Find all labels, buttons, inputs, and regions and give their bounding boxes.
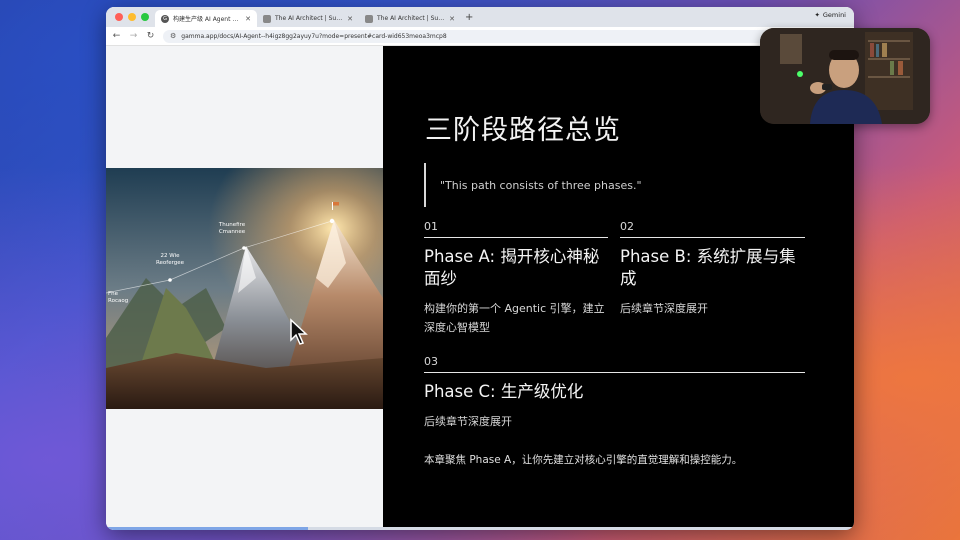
gemini-button[interactable]: ✦ Gemini <box>814 11 846 19</box>
close-icon[interactable]: ✕ <box>245 15 251 23</box>
phase-title: Phase B: 系统扩展与集成 <box>620 247 796 288</box>
slide-quote: "This path consists of three phases." <box>424 163 642 207</box>
minimize-window-button[interactable] <box>128 13 136 21</box>
phase-c-card: 03 Phase C: 生产级优化 后续章节深度展开 <box>424 355 805 431</box>
browser-toolbar: ← → ↻ ⚙ gamma.app/docs/AI-Agent--h4igz8g… <box>106 27 854 46</box>
slide-title: 三阶段路径总览 <box>425 115 621 146</box>
tab-ai-architect-1[interactable]: The AI Architect | Superlinea ✕ <box>257 10 359 27</box>
address-bar[interactable]: ⚙ gamma.app/docs/AI-Agent--h4igz8gg2ayuy… <box>163 29 778 43</box>
phase-description: 构建你的第一个 Agentic 引擎，建立深度心智模型 <box>424 302 605 334</box>
phase-number: 02 <box>620 220 805 238</box>
phase-title: Phase A: 揭开核心神秘面纱 <box>424 247 600 288</box>
mouse-pointer-icon <box>290 318 308 345</box>
tab-bar: G 构建生产级 AI Agent 系统的认 ✕ The AI Architect… <box>106 7 854 27</box>
page-content: Thunefire Cmannee 22 Wie Reofergee Fhe Roca… <box>106 46 854 530</box>
close-window-button[interactable] <box>115 13 123 21</box>
mountain-illustration: Thunefire Cmannee 22 Wie Reofergee Fhe Roca… <box>106 168 383 409</box>
window-controls <box>106 13 155 21</box>
browser-window: G 构建生产级 AI Agent 系统的认 ✕ The AI Architect… <box>106 7 854 530</box>
phase-description: 后续章节深度展开 <box>620 302 708 315</box>
slide-image-pane: Thunefire Cmannee 22 Wie Reofergee Fhe Roca… <box>106 46 383 530</box>
sparkle-icon: ✦ <box>814 11 820 19</box>
tab-title: The AI Architect | Superlinea <box>275 15 344 22</box>
webcam-overlay <box>760 28 930 124</box>
phase-number: 01 <box>424 220 608 238</box>
phase-a-card: 01 Phase A: 揭开核心神秘面纱 构建你的第一个 Agentic 引擎，… <box>424 220 608 337</box>
tab-gamma[interactable]: G 构建生产级 AI Agent 系统的认 ✕ <box>155 10 257 27</box>
phase-description: 后续章节深度展开 <box>424 415 512 428</box>
close-icon[interactable]: ✕ <box>449 15 455 23</box>
doc-icon <box>263 14 271 23</box>
progress-fill <box>106 527 308 530</box>
site-settings-icon[interactable]: ⚙ <box>170 32 176 40</box>
presentation-progress-bar[interactable] <box>106 527 854 530</box>
reload-icon[interactable]: ↻ <box>146 31 155 41</box>
tab-title: 构建生产级 AI Agent 系统的认 <box>173 16 242 23</box>
phase-b-card: 02 Phase B: 系统扩展与集成 后续章节深度展开 <box>620 220 805 318</box>
doc-icon <box>365 14 373 23</box>
maximize-window-button[interactable] <box>141 13 149 21</box>
new-tab-button[interactable]: + <box>465 12 473 23</box>
quote-text: "This path consists of three phases." <box>440 178 642 192</box>
slide-footnote: 本章聚焦 Phase A，让你先建立对核心引擎的直觉理解和操控能力。 <box>424 454 743 466</box>
url-text: gamma.app/docs/AI-Agent--h4igz8gg2ayuy7u… <box>181 32 447 40</box>
gamma-icon: G <box>161 14 169 23</box>
gemini-label: Gemini <box>822 11 846 19</box>
tab-title: The AI Architect | Superlinea <box>377 15 446 22</box>
peak-label-1: Thunefire Cmannee <box>218 222 246 235</box>
phase-title: Phase C: 生产级优化 <box>424 382 584 401</box>
phase-number: 03 <box>424 355 805 373</box>
forward-arrow-icon[interactable]: → <box>129 31 138 41</box>
close-icon[interactable]: ✕ <box>347 15 353 23</box>
back-arrow-icon[interactable]: ← <box>112 31 121 41</box>
presenter-video <box>760 28 930 124</box>
tab-ai-architect-2[interactable]: The AI Architect | Superlinea ✕ <box>359 10 461 27</box>
